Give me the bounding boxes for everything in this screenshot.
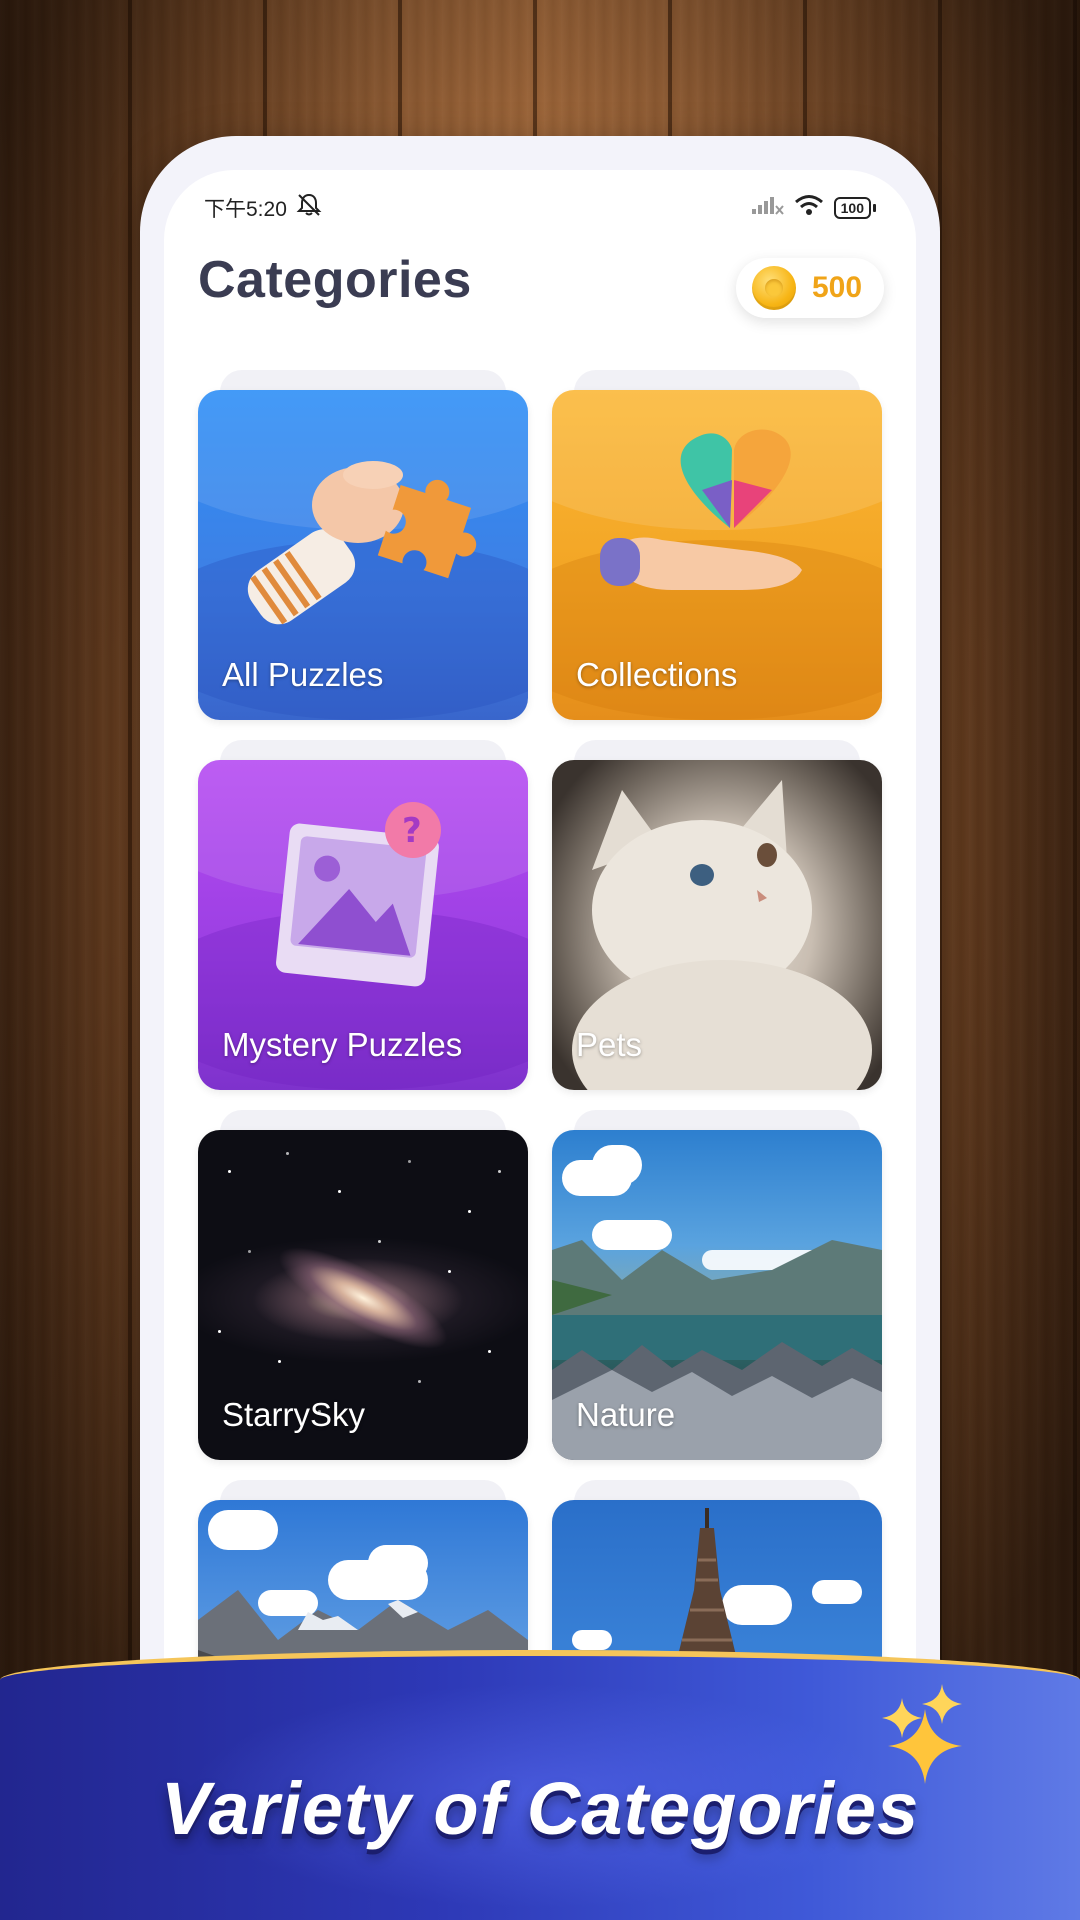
- coin-balance[interactable]: 500: [736, 258, 884, 318]
- category-card-nature[interactable]: Nature: [552, 1130, 882, 1460]
- battery-icon: 100: [833, 197, 876, 219]
- heart-puzzle-icon: [600, 429, 802, 590]
- category-card-collections[interactable]: Collections: [552, 390, 882, 720]
- category-label: All Puzzles: [222, 656, 384, 693]
- hand-puzzle-icon: [247, 461, 477, 625]
- mute-icon: [295, 192, 323, 224]
- category-card-all-puzzles[interactable]: All Puzzles: [198, 390, 528, 720]
- category-card-mystery-puzzles[interactable]: ? Mystery Puzzles: [198, 760, 528, 1090]
- promo-banner: Variety of Categories: [0, 1650, 1080, 1920]
- status-time: 下午5:20: [204, 198, 287, 221]
- sparkle-icon-small: [922, 1684, 962, 1724]
- wifi-icon: [794, 194, 824, 222]
- app-screen: 下午5:20 100 Categories 500 All Puzzles Co…: [164, 170, 916, 1870]
- banner-title: Variety of Categories: [160, 1767, 920, 1850]
- galaxy: [265, 1228, 461, 1368]
- category-card-pets[interactable]: Pets: [552, 760, 882, 1090]
- svg-text:?: ?: [402, 811, 422, 851]
- category-label: Pets: [576, 1026, 643, 1063]
- signal-icon: [750, 194, 784, 222]
- battery-level: 100: [833, 197, 871, 219]
- mystery-image-icon: ?: [276, 802, 441, 987]
- coin-amount: 500: [812, 271, 863, 304]
- sparkle-icon-small: [882, 1698, 922, 1738]
- category-label: StarrySky: [222, 1396, 366, 1433]
- coin-icon: [752, 266, 796, 310]
- page-title: Categories: [198, 251, 472, 309]
- category-label: Collections: [576, 656, 738, 693]
- category-card-starrysky[interactable]: StarrySky: [198, 1130, 528, 1460]
- category-label: Nature: [576, 1396, 676, 1433]
- status-bar: 下午5:20 100: [204, 188, 876, 228]
- category-label: Mystery Puzzles: [222, 1026, 463, 1063]
